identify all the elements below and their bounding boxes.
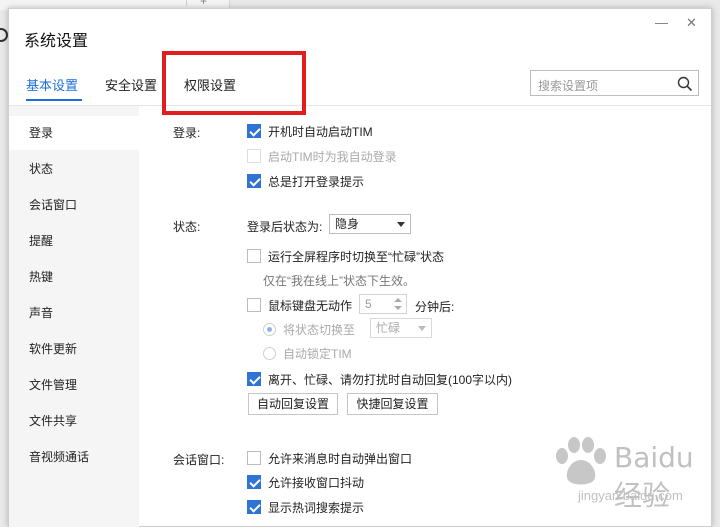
sidebar-item-sound[interactable]: 声音 <box>9 296 139 330</box>
window-title: 系统设置 <box>24 33 89 50</box>
auto-reply-checkbox[interactable] <box>247 372 261 386</box>
auto-login-option: 启动TIM时为我自动登录 <box>247 147 397 165</box>
active-tab-underline <box>26 99 82 101</box>
fullscreen-busy-label: 运行全屏程序时切换至“忙碌”状态 <box>268 249 444 264</box>
stepper-down-icon[interactable] <box>394 306 402 310</box>
shake-option[interactable]: 允许接收窗口抖动 <box>247 473 364 491</box>
show-login-prompt-checkbox[interactable] <box>247 174 261 188</box>
auto-login-label: 启动TIM时为我自动登录 <box>268 149 397 164</box>
minimize-icon[interactable]: — <box>655 15 668 30</box>
shake-label: 允许接收窗口抖动 <box>268 475 365 490</box>
hot-search-checkbox[interactable] <box>247 500 261 514</box>
auto-start-label: 开机时自动启动TIM <box>268 124 373 139</box>
show-login-prompt-option[interactable]: 总是打开登录提示 <box>247 172 364 190</box>
switch-status-select: 忙碌 <box>370 318 432 338</box>
background-circle-icon <box>0 28 8 42</box>
auto-reply-option[interactable]: 离开、忙碌、请勿打扰时自动回复(100字以内) <box>247 370 512 388</box>
switch-status-value: 忙碌 <box>376 321 401 335</box>
auto-reply-label: 离开、忙碌、请勿打扰时自动回复(100字以内) <box>268 372 513 387</box>
background-divider <box>186 0 187 6</box>
auto-login-checkbox <box>247 149 261 163</box>
sidebar-item-hotkeys[interactable]: 热键 <box>9 260 139 294</box>
popup-checkbox[interactable] <box>247 451 261 465</box>
stepper-up-icon[interactable] <box>394 298 402 302</box>
auto-start-option[interactable]: 开机时自动启动TIM <box>247 122 373 140</box>
auto-start-checkbox[interactable] <box>247 124 261 138</box>
after-login-status-select[interactable]: 隐身 <box>329 214 411 234</box>
search-icon[interactable] <box>677 76 693 92</box>
idle-checkbox[interactable] <box>247 298 261 312</box>
auto-lock-radio <box>263 346 276 360</box>
search-input[interactable]: 搜索设置项 <box>530 70 699 96</box>
sidebar-item-status[interactable]: 状态 <box>9 152 139 186</box>
sidebar-item-reminder[interactable]: 提醒 <box>9 224 139 258</box>
tab-security-settings[interactable]: 安全设置 <box>105 75 157 94</box>
chevron-down-icon <box>418 326 426 331</box>
sidebar-item-session-window[interactable]: 会话窗口 <box>9 188 139 222</box>
popup-label: 允许来消息时自动弹出窗口 <box>268 451 413 466</box>
idle-minutes-value: 5 <box>365 297 372 311</box>
idle-label: 鼠标键盘无动作 <box>268 298 353 313</box>
auto-lock-option: 自动锁定TIM <box>263 344 352 362</box>
sidebar-item-login[interactable]: 登录 <box>9 116 139 150</box>
screen: + 系统设置 — ✕ 基本设置 安全设置 权限设置 搜索设置项 登录 状态 会话… <box>0 0 720 527</box>
chevron-down-icon <box>397 222 405 227</box>
shake-checkbox[interactable] <box>247 475 261 489</box>
fullscreen-hint: 仅在“我在线上”状态下生效。 <box>263 274 415 288</box>
login-section-label: 登录: <box>173 126 201 140</box>
sidebar-item-av-call[interactable]: 音视频通话 <box>9 440 139 474</box>
sidebar-item-file-sharing[interactable]: 文件共享 <box>9 404 139 438</box>
popup-option[interactable]: 允许来消息时自动弹出窗口 <box>247 449 412 467</box>
sidebar-item-software-update[interactable]: 软件更新 <box>9 332 139 366</box>
sidebar-item-file-management[interactable]: 文件管理 <box>9 368 139 402</box>
idle-minutes-suffix: 分钟后: <box>415 300 455 314</box>
highlight-annotation-box <box>162 51 306 115</box>
hot-search-option[interactable]: 显示热词搜索提示 <box>247 498 364 516</box>
status-section-label: 状态: <box>173 220 201 234</box>
baidu-paw-icon <box>556 437 606 485</box>
auto-reply-settings-button[interactable]: 自动回复设置 <box>248 393 338 415</box>
session-section-label: 会话窗口: <box>173 453 225 467</box>
background-plus-icon: + <box>200 0 208 8</box>
fullscreen-busy-option[interactable]: 运行全屏程序时切换至“忙碌”状态 <box>247 247 444 265</box>
baidu-watermark: Baidu经验 jingyan.baidu.com <box>548 436 708 516</box>
search-placeholder: 搜索设置项 <box>538 79 599 93</box>
show-login-prompt-label: 总是打开登录提示 <box>268 174 365 189</box>
idle-option[interactable]: 鼠标键盘无动作 <box>247 296 352 314</box>
after-login-status-value: 隐身 <box>335 217 360 231</box>
fullscreen-busy-checkbox[interactable] <box>247 249 261 263</box>
switch-status-label: 将状态切换至 <box>283 322 356 337</box>
tab-basic-settings[interactable]: 基本设置 <box>26 75 78 94</box>
auto-lock-label: 自动锁定TIM <box>283 346 352 361</box>
switch-status-option: 将状态切换至 <box>263 320 355 338</box>
after-login-status-label: 登录后状态为: <box>247 220 323 234</box>
watermark-brand: Baidu经验 <box>614 441 694 512</box>
idle-minutes-stepper[interactable]: 5 <box>359 294 407 314</box>
watermark-url: jingyan.baidu.com <box>578 488 683 503</box>
close-icon[interactable]: ✕ <box>686 15 697 31</box>
settings-sidebar: 登录 状态 会话窗口 提醒 热键 声音 软件更新 文件管理 文件共享 音视频通话 <box>9 106 139 527</box>
switch-status-radio <box>263 322 276 336</box>
hot-search-label: 显示热词搜索提示 <box>268 500 365 515</box>
quick-reply-settings-button[interactable]: 快捷回复设置 <box>347 393 438 415</box>
